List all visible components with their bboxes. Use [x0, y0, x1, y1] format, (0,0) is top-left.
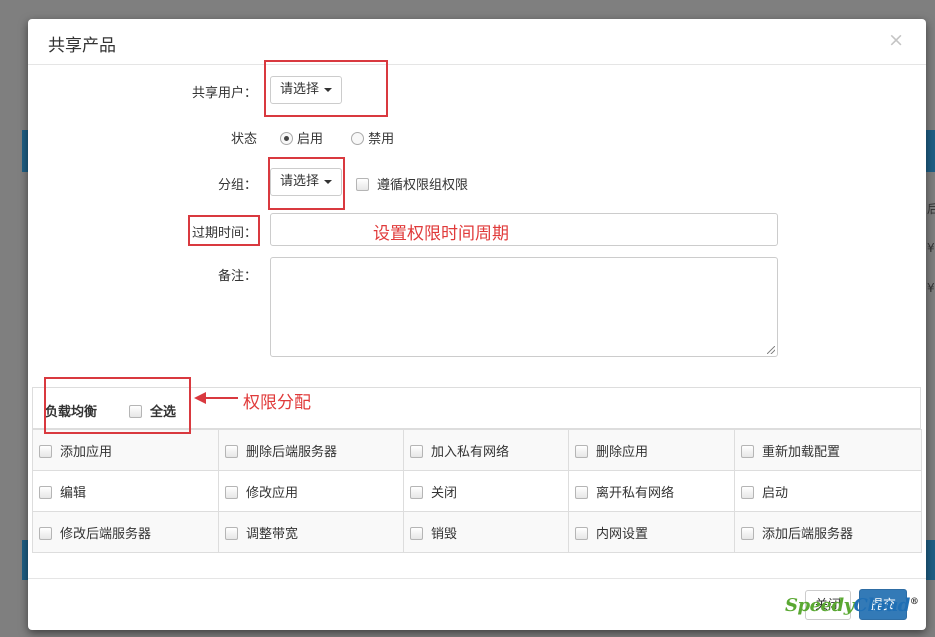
permission-cell[interactable]: 修改后端服务器: [32, 511, 219, 553]
background-panel-right-bottom: [926, 540, 935, 580]
permission-cell[interactable]: 删除后端服务器: [218, 429, 404, 471]
modal-footer-divider: [28, 578, 926, 579]
modal-header: 共享产品 ×: [28, 19, 926, 65]
select-all-checkbox[interactable]: 全选: [129, 401, 176, 420]
checkbox-icon: [39, 485, 52, 499]
permission-cell[interactable]: 删除应用: [568, 429, 735, 471]
permission-label: 修改应用: [246, 485, 299, 501]
close-icon[interactable]: ×: [888, 29, 904, 51]
permission-label: 启动: [762, 485, 789, 501]
radio-checked-icon: [280, 132, 293, 145]
permission-group-title: 负载均衡: [45, 405, 98, 420]
permission-label: 删除后端服务器: [246, 444, 338, 460]
checkbox-icon: [225, 526, 238, 540]
follow-group-permission-checkbox[interactable]: 遵循权限组权限: [356, 174, 468, 193]
checkbox-icon: [410, 485, 423, 499]
permission-label: 离开私有网络: [596, 485, 675, 501]
select-all-label: 全选: [150, 405, 177, 420]
background-text: 后: [927, 202, 935, 216]
status-label: 状态: [230, 132, 257, 147]
checkbox-icon: [225, 485, 238, 499]
permission-label: 删除应用: [596, 444, 649, 460]
follow-group-permission-label: 遵循权限组权限: [377, 178, 469, 193]
permission-cell[interactable]: 修改应用: [218, 470, 404, 512]
permission-cell[interactable]: 重新加载配置: [734, 429, 922, 471]
checkbox-icon: [575, 444, 588, 458]
permission-table: 添加应用 删除后端服务器 加入私有网络 删除应用 重新加载配置编辑 修改应用 关闭 离开私有网…: [32, 429, 922, 553]
remark-label: 备注：: [217, 269, 257, 284]
remark-textarea[interactable]: [270, 257, 778, 357]
checkbox-icon: [39, 444, 52, 458]
permission-label: 内网设置: [596, 526, 649, 542]
permission-cell[interactable]: 加入私有网络: [403, 429, 569, 471]
checkbox-icon: [410, 444, 423, 458]
checkbox-icon: [129, 405, 142, 418]
share-user-select[interactable]: 请选择: [270, 76, 343, 104]
resize-grip-icon[interactable]: [767, 346, 775, 354]
permission-annotation: 权限分配: [243, 393, 311, 413]
group-select[interactable]: 请选择: [270, 168, 343, 196]
permission-row: 编辑 修改应用 关闭 离开私有网络 启动: [32, 470, 922, 512]
status-radio-group: 启用 禁用: [280, 128, 418, 147]
expire-time-input[interactable]: [270, 213, 778, 246]
checkbox-icon: [741, 485, 754, 499]
permission-cell[interactable]: 销毁: [403, 511, 569, 553]
checkbox-icon: [39, 526, 52, 540]
permission-cell[interactable]: 编辑: [32, 470, 219, 512]
caret-down-icon: [324, 179, 333, 184]
permission-cell[interactable]: 调整带宽: [218, 511, 404, 553]
checkbox-icon: [225, 444, 238, 458]
checkbox-icon: [410, 526, 423, 540]
permission-cell[interactable]: 关闭: [403, 470, 569, 512]
status-enable-radio[interactable]: 启用: [280, 128, 323, 147]
permission-label: 调整带宽: [246, 526, 299, 542]
permission-cell[interactable]: 启动: [734, 470, 922, 512]
permission-label: 销毁: [431, 526, 458, 542]
permission-group-header: 负载均衡 全选: [32, 387, 921, 429]
permission-cell[interactable]: 内网设置: [568, 511, 735, 553]
share-user-select-value: 请选择: [280, 82, 320, 97]
permission-cell[interactable]: 离开私有网络: [568, 470, 735, 512]
permission-label: 修改后端服务器: [60, 526, 152, 542]
share-product-dialog: 共享产品 × 共享用户： 请选择 状态 启用 禁用 分组： 请选择 遵循权限组权…: [28, 19, 926, 630]
permission-label: 重新加载配置: [762, 444, 841, 460]
checkbox-icon: [575, 526, 588, 540]
speedycloud-logo: SpeedyCloud®: [785, 595, 919, 616]
checkbox-icon: [356, 178, 369, 191]
checkbox-icon: [741, 444, 754, 458]
arrow-left-icon: [194, 392, 238, 404]
background-text: ¥: [927, 281, 935, 295]
permission-row: 修改后端服务器 调整带宽 销毁 内网设置 添加后端服务器: [32, 511, 922, 553]
background-panel-right-top: [926, 130, 935, 172]
expire-time-label: 过期时间：: [191, 226, 257, 241]
permission-label: 加入私有网络: [431, 444, 510, 460]
permission-label: 关闭: [431, 485, 458, 501]
group-select-value: 请选择: [280, 174, 320, 189]
checkbox-icon: [575, 485, 588, 499]
expire-time-annotation: 设置权限时间周期: [373, 224, 509, 244]
permission-cell[interactable]: 添加后端服务器: [734, 511, 922, 553]
modal-title: 共享产品: [48, 36, 116, 56]
status-enable-label: 启用: [297, 132, 324, 147]
share-user-label: 共享用户：: [191, 86, 257, 101]
permission-row: 添加应用 删除后端服务器 加入私有网络 删除应用 重新加载配置: [32, 429, 922, 471]
background-text: ¥: [927, 241, 935, 255]
permission-label: 编辑: [60, 485, 87, 501]
status-disable-radio[interactable]: 禁用: [351, 128, 394, 147]
checkbox-icon: [741, 526, 754, 540]
group-label: 分组：: [217, 178, 257, 193]
caret-down-icon: [324, 87, 333, 92]
permission-cell[interactable]: 添加应用: [32, 429, 219, 471]
permission-label: 添加后端服务器: [762, 526, 854, 542]
status-disable-label: 禁用: [368, 132, 395, 147]
radio-unchecked-icon: [351, 132, 365, 145]
permission-label: 添加应用: [60, 444, 113, 460]
